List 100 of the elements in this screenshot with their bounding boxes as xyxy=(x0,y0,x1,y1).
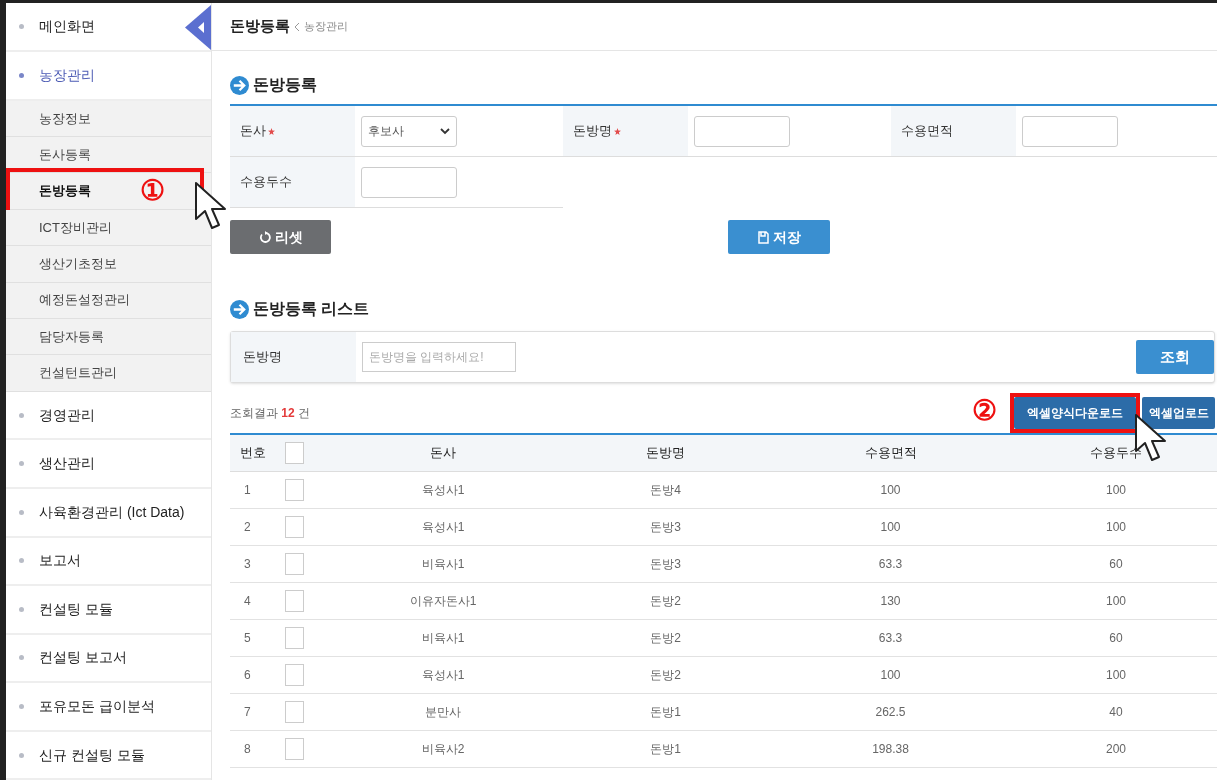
field-label: 돈사 xyxy=(240,122,266,141)
table-cell-text: 비육사2 xyxy=(420,741,466,758)
menu-label: 메인화면 xyxy=(39,17,95,36)
step-number: ② xyxy=(972,394,997,428)
submenu-item[interactable]: ICT장비관리 xyxy=(6,209,211,247)
table-cell-text: 100 xyxy=(879,519,902,536)
section-title: 돈방등록 리스트 xyxy=(253,299,370,319)
table-cell-text: 60 xyxy=(1108,556,1124,573)
save-icon xyxy=(757,230,769,244)
field-label: 돈방명 xyxy=(243,348,282,367)
bullet-icon xyxy=(19,752,24,758)
menu-label: 컨설팅 보고서 xyxy=(39,648,127,668)
checkbox[interactable] xyxy=(285,442,304,464)
table-cell-text: 100 xyxy=(1105,482,1127,499)
submenu-item[interactable]: 농장정보 xyxy=(6,100,211,137)
checkbox[interactable] xyxy=(285,627,304,649)
table-cell-text: 40 xyxy=(1108,704,1124,721)
table-cell-text: 100 xyxy=(879,482,902,499)
menu-item[interactable]: 경영관리 xyxy=(6,391,211,441)
menu-item[interactable]: 포유모돈 급이분석 xyxy=(6,683,211,732)
breadcrumb-link[interactable]: 농장관리 xyxy=(304,18,348,35)
menu-label: 담당자등록 xyxy=(39,327,104,346)
search-field[interactable]: 돈방명을 입력하세요! xyxy=(362,342,516,372)
reset-icon xyxy=(258,230,271,244)
bullet-icon xyxy=(19,24,24,29)
menu-item[interactable]: 사육환경관리 (Ict Data) xyxy=(6,488,211,538)
reset-button[interactable]: 리셋 xyxy=(230,220,331,254)
chevron-down-icon xyxy=(440,127,450,135)
bullet-icon xyxy=(19,509,24,515)
column-header: 돈사 xyxy=(429,444,457,463)
menu-item[interactable]: 컨설팅 보고서 xyxy=(6,634,211,684)
checkbox[interactable] xyxy=(285,738,304,760)
table-cell-text: 비육사1 xyxy=(420,630,466,647)
table-cell-text: 200 xyxy=(1105,741,1127,758)
bullet-icon xyxy=(19,606,24,612)
arrow-circle-icon xyxy=(230,75,249,95)
pen-select[interactable]: 후보사 xyxy=(361,115,457,147)
arrow-circle-icon xyxy=(230,299,249,319)
bullet-icon xyxy=(19,72,24,78)
table-cell-text: 2 xyxy=(243,519,252,536)
table-cell-text: 돈방2 xyxy=(649,667,682,684)
menu-item[interactable]: 메인화면 xyxy=(6,3,211,52)
menu-label: 생산기초정보 xyxy=(39,255,117,274)
column-header: 번호 xyxy=(239,444,267,463)
bullet-icon xyxy=(19,704,24,710)
field-label: 수용두수 xyxy=(240,173,292,192)
table-cell-text: 6 xyxy=(243,667,252,684)
menu-label: 신규 컨설팅 모듈 xyxy=(39,745,145,765)
menu-label: 생산관리 xyxy=(39,454,95,474)
table-cell-text: 8 xyxy=(243,741,252,758)
menu-label: 사육환경관리 (Ict Data) xyxy=(39,502,185,522)
table-cell-text: 63.3 xyxy=(877,630,904,647)
table-cell-text: 130 xyxy=(879,593,902,610)
excel-button[interactable]: 엑셀양식다운로드 xyxy=(1014,397,1136,429)
result-count: 조회결과 12 건 xyxy=(230,405,311,422)
table-cell-text: 돈방2 xyxy=(649,630,682,647)
menu-item[interactable]: 컨설팅 모듈 xyxy=(6,586,211,635)
checkbox[interactable] xyxy=(285,664,304,686)
table-cell-text: 돈방1 xyxy=(649,741,682,758)
menu-item[interactable]: 보고서 xyxy=(6,537,211,587)
checkbox[interactable] xyxy=(285,479,304,501)
submenu-item[interactable]: 담당자등록 xyxy=(6,318,211,356)
required-icon xyxy=(614,127,621,135)
table-cell-text: 1 xyxy=(243,482,252,499)
checkbox[interactable] xyxy=(285,553,304,575)
table-cell-text: 돈방4 xyxy=(649,482,682,499)
page-title: 돈방등록 xyxy=(230,16,290,37)
menu-label: 컨설턴트관리 xyxy=(39,364,117,383)
checkbox[interactable] xyxy=(285,516,304,538)
input-field[interactable] xyxy=(1022,115,1118,147)
table-cell-text: 이유자돈사1 xyxy=(408,593,478,610)
submenu-item[interactable]: 컨설턴트관리 xyxy=(6,355,211,392)
section-title: 돈방등록 xyxy=(253,75,317,95)
table-cell-text: 3 xyxy=(243,556,252,573)
menu-label: 경영관리 xyxy=(39,405,95,425)
menu-label: ICT장비관리 xyxy=(39,218,112,237)
table-cell-text: 분만사 xyxy=(424,704,462,721)
submenu-item[interactable]: 예정돈설정관리 xyxy=(6,282,211,319)
column-header: 수용면적 xyxy=(863,444,918,463)
table-cell-text: 60 xyxy=(1108,630,1124,647)
menu-item[interactable]: 생산관리 xyxy=(6,440,211,489)
checkbox[interactable] xyxy=(285,590,304,612)
input-field[interactable] xyxy=(694,115,790,147)
table-cell-text: 100 xyxy=(879,667,902,684)
table-cell-text: 7 xyxy=(243,704,252,721)
collapse-icon[interactable] xyxy=(185,5,211,50)
menu-label: 돈방등록 xyxy=(39,182,91,201)
table-cell-text: 돈방3 xyxy=(649,519,682,536)
excel-button[interactable]: 엑셀업로드 xyxy=(1142,397,1215,429)
menu-item[interactable]: 신규 컨설팅 모듈 xyxy=(6,731,211,780)
checkbox[interactable] xyxy=(285,701,304,723)
table-cell-text: 돈방1 xyxy=(649,704,682,721)
field-label: 수용면적 xyxy=(901,122,953,141)
step-number: ① xyxy=(140,174,165,209)
table-cell-text: 돈방2 xyxy=(649,593,682,610)
submenu-item[interactable]: 생산기초정보 xyxy=(6,246,211,283)
table-cell-text: 4 xyxy=(243,593,252,610)
table-cell-text: 100 xyxy=(1105,593,1127,610)
input-field[interactable] xyxy=(361,166,457,198)
bullet-icon xyxy=(19,412,24,418)
